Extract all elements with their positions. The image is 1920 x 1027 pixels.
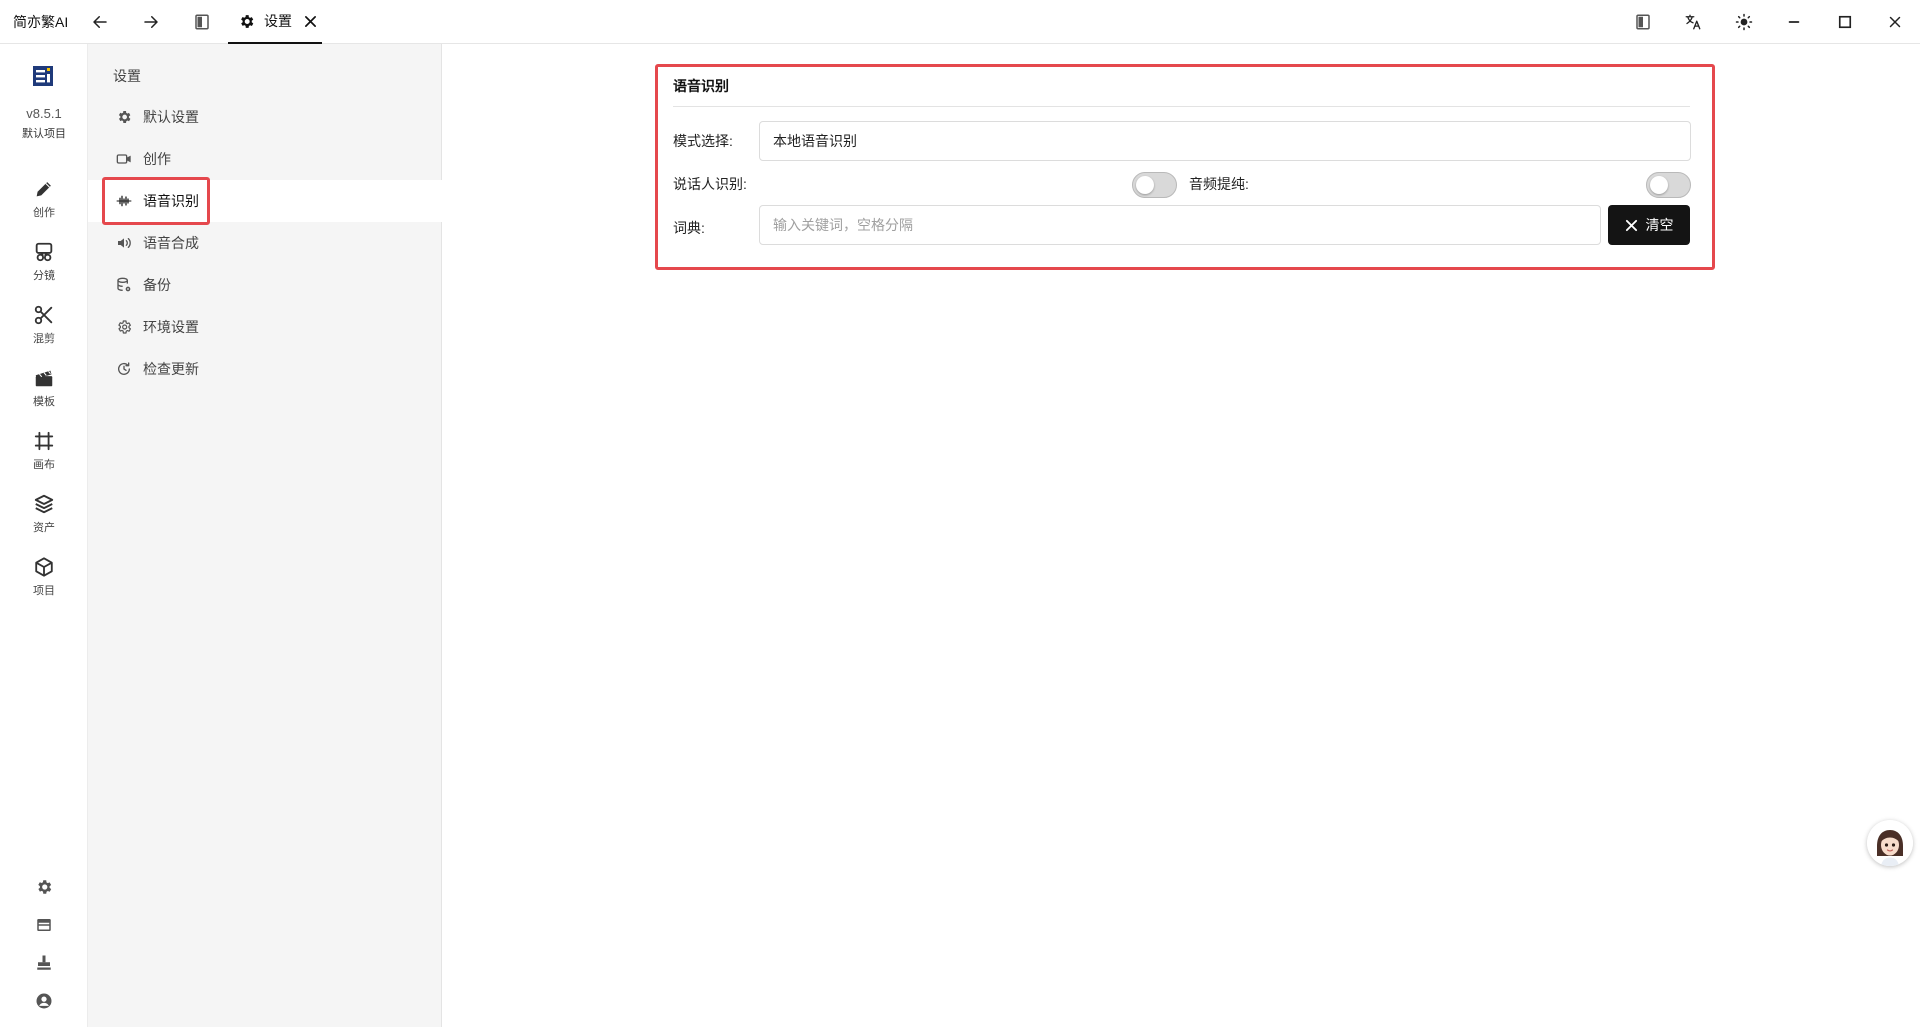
back-button[interactable] — [78, 0, 122, 44]
gear-icon — [38, 880, 52, 894]
speaker-recognition-toggle[interactable] — [1132, 172, 1177, 198]
tab-close-button[interactable] — [304, 15, 317, 28]
assistant-avatar-icon — [1867, 820, 1913, 866]
menu-item-create[interactable]: 创作 — [88, 138, 442, 180]
audio-purify-toggle[interactable] — [1646, 172, 1691, 198]
toggle-knob — [1136, 176, 1154, 194]
clear-button[interactable]: 清空 — [1608, 205, 1690, 245]
speaker-icon — [115, 234, 133, 252]
app-logo-icon — [33, 66, 53, 86]
sun-icon — [1735, 13, 1753, 31]
rail-item-label: 混剪 — [33, 333, 55, 345]
menu-item-environment-settings[interactable]: 环境设置 — [88, 306, 442, 348]
pencil-icon — [36, 182, 51, 197]
rail-item-projects[interactable]: 项目 — [0, 556, 88, 612]
rail-settings-button[interactable] — [32, 875, 56, 899]
rail-item-label: 资产 — [33, 522, 55, 534]
menu-item-label: 语音合成 — [143, 235, 199, 251]
menu-item-speech-synthesis[interactable]: 语音合成 — [88, 222, 442, 264]
gear-outline-icon — [115, 318, 133, 336]
sidebar-panel-icon — [1636, 14, 1650, 30]
database-gear-icon — [115, 276, 133, 294]
close-icon — [305, 15, 316, 27]
maximize-icon — [1838, 15, 1852, 29]
clapperboard-icon — [35, 370, 53, 387]
tab-label: 设置 — [264, 13, 292, 29]
sidebar-panel-icon — [195, 14, 209, 30]
translate-icon — [1685, 14, 1701, 30]
toggle-knob — [1650, 176, 1668, 194]
speech-recognition-panel: 语音识别 模式选择: 本地语音识别 说话人识别: 音频提纯: 词典: 清空 — [655, 64, 1715, 270]
theme-toggle-button[interactable] — [1722, 0, 1766, 44]
nav-rail: v8.5.1 默认项目 创作 分镜 混剪 模板 画布 资产 项目 — [0, 44, 88, 1027]
rail-user-button[interactable] — [32, 989, 56, 1013]
rail-item-label: 创作 — [33, 207, 55, 219]
close-window-button[interactable] — [1873, 0, 1917, 44]
menu-item-label: 默认设置 — [143, 109, 199, 125]
assistant-avatar-button[interactable] — [1867, 820, 1913, 866]
card-icon — [37, 919, 51, 931]
translate-button[interactable] — [1671, 0, 1715, 44]
user-icon — [36, 993, 52, 1009]
menu-item-label: 备份 — [143, 277, 171, 293]
rail-stamp-button[interactable] — [32, 951, 56, 975]
rail-item-storyboard[interactable]: 分镜 — [0, 241, 88, 297]
minimize-button[interactable] — [1772, 0, 1816, 44]
menu-item-check-updates[interactable]: 检查更新 — [88, 348, 442, 390]
menu-item-speech-recognition[interactable]: 语音识别 — [88, 180, 442, 222]
current-project: 默认项目 — [22, 128, 66, 140]
title-bar: 简亦繁AI 设置 — [0, 0, 1920, 44]
canvas-icon — [34, 431, 54, 451]
storyboard-icon — [35, 242, 53, 262]
rail-item-label: 项目 — [33, 585, 55, 597]
rail-item-label: 模板 — [33, 396, 55, 408]
video-camera-icon — [115, 150, 133, 168]
menu-item-label: 检查更新 — [143, 361, 199, 377]
panel-title: 语音识别 — [673, 78, 729, 94]
layers-icon — [34, 494, 54, 514]
clear-button-label: 清空 — [1645, 217, 1674, 233]
waveform-icon — [115, 192, 133, 210]
panel-layout-button[interactable] — [1621, 0, 1665, 44]
box-icon — [35, 557, 53, 577]
toggle-sidebar-button[interactable] — [180, 0, 224, 44]
dictionary-label: 词典: — [673, 220, 705, 236]
menu-item-label: 创作 — [143, 151, 171, 167]
panel-divider — [673, 106, 1690, 107]
rail-item-assets[interactable]: 资产 — [0, 493, 88, 549]
app-name: 简亦繁AI — [13, 14, 69, 30]
scissors-icon — [34, 305, 53, 325]
gear-icon — [115, 108, 133, 126]
settings-menu: 设置 默认设置 创作 语音识别 语音合成 备份 环境设置 检查更新 — [88, 44, 442, 1027]
rail-card-button[interactable] — [32, 913, 56, 937]
speaker-recognition-label: 说话人识别: — [673, 176, 747, 192]
rail-item-remix[interactable]: 混剪 — [0, 304, 88, 360]
app-version: v8.5.1 — [26, 106, 62, 121]
rail-item-label: 画布 — [33, 459, 55, 471]
forward-button[interactable] — [129, 0, 173, 44]
menu-title: 设置 — [113, 68, 141, 84]
rail-item-create[interactable]: 创作 — [0, 178, 88, 234]
menu-item-default-settings[interactable]: 默认设置 — [88, 96, 442, 138]
close-icon — [1625, 219, 1637, 231]
stamp-icon — [37, 955, 51, 970]
arrow-right-icon — [144, 16, 158, 28]
tab-settings[interactable]: 设置 — [228, 0, 322, 44]
close-icon — [1889, 16, 1901, 28]
mode-select[interactable]: 本地语音识别 — [759, 121, 1691, 161]
maximize-button[interactable] — [1823, 0, 1867, 44]
dictionary-input[interactable] — [759, 205, 1601, 245]
arrow-left-icon — [93, 16, 107, 28]
rail-item-templates[interactable]: 模板 — [0, 367, 88, 423]
mode-label: 模式选择: — [673, 133, 733, 149]
menu-item-label: 环境设置 — [143, 319, 199, 335]
menu-item-backup[interactable]: 备份 — [88, 264, 442, 306]
refresh-clock-icon — [115, 360, 133, 378]
menu-item-label: 语音识别 — [143, 193, 199, 209]
audio-purify-label: 音频提纯: — [1189, 176, 1249, 192]
rail-item-label: 分镜 — [33, 270, 55, 282]
minimize-icon — [1788, 21, 1800, 23]
gear-icon — [238, 13, 255, 30]
rail-item-canvas[interactable]: 画布 — [0, 430, 88, 486]
